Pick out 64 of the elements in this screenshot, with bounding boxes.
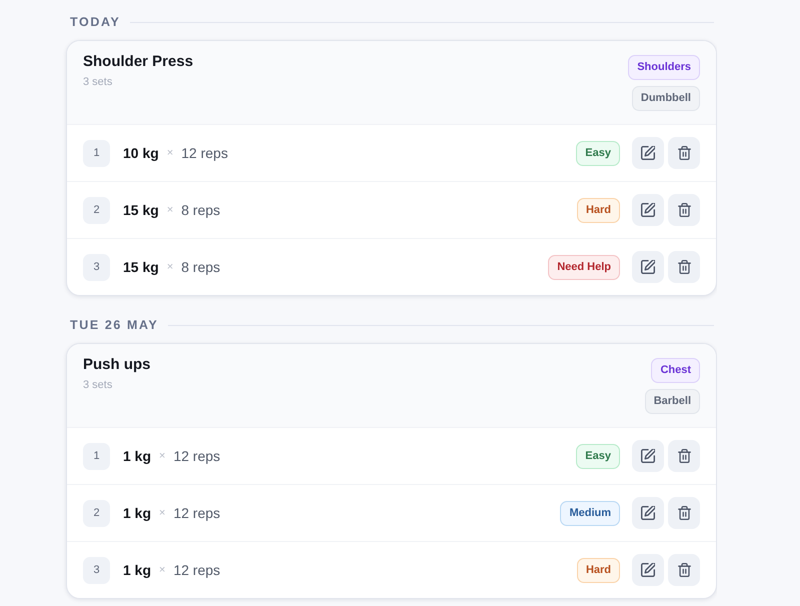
weight-text: 1 kg xyxy=(123,448,152,464)
edit-button[interactable] xyxy=(632,440,664,472)
difficulty-tag: Easy xyxy=(576,140,620,166)
weight-text: 15 kg xyxy=(123,202,159,218)
edit-button[interactable] xyxy=(632,554,664,586)
weight-text: 1 kg xyxy=(123,562,152,578)
reps-text: 12 reps xyxy=(173,448,220,464)
reps-text: 12 reps xyxy=(173,505,220,521)
set-number: 1 xyxy=(83,140,110,166)
times-sign: × xyxy=(159,450,166,462)
times-sign: × xyxy=(166,261,174,273)
difficulty-tag: Easy xyxy=(576,444,620,468)
delete-button[interactable] xyxy=(668,194,700,226)
pencil-square-icon xyxy=(641,449,655,463)
weight-text: 15 kg xyxy=(123,259,159,275)
difficulty-tag: Medium xyxy=(560,500,620,526)
difficulty-tag: Hard xyxy=(576,198,620,222)
trash-icon xyxy=(678,146,690,160)
weight-text: 1 kg xyxy=(123,505,152,521)
edit-button[interactable] xyxy=(632,137,664,169)
delete-button[interactable] xyxy=(668,251,700,283)
set-number: 3 xyxy=(83,254,110,280)
equipment-tag: Dumbbell xyxy=(632,86,700,111)
equipment-tag: Barbell xyxy=(644,389,700,414)
exercise-name: Shoulder Press xyxy=(83,53,194,71)
edit-button[interactable] xyxy=(632,251,664,283)
trash-icon xyxy=(678,563,690,577)
delete-button[interactable] xyxy=(668,137,700,169)
trash-icon xyxy=(678,260,690,274)
set-number: 3 xyxy=(83,556,110,584)
reps-text: 12 reps xyxy=(181,145,228,161)
trash-icon xyxy=(678,506,690,520)
pencil-square-icon xyxy=(641,203,655,217)
difficulty-tag: Need Help xyxy=(548,254,620,280)
trash-icon xyxy=(678,203,690,217)
pencil-square-icon xyxy=(641,146,655,160)
times-sign: × xyxy=(166,204,174,216)
set-number: 2 xyxy=(83,196,110,224)
date-heading: TODAY xyxy=(70,14,120,30)
pencil-square-icon xyxy=(641,506,655,520)
set-number: 1 xyxy=(83,442,110,470)
delete-button[interactable] xyxy=(668,497,700,529)
weight-text: 10 kg xyxy=(123,145,159,161)
trash-icon xyxy=(678,449,690,463)
set-count: 3 sets xyxy=(83,378,114,392)
muscle-tag: Chest xyxy=(651,358,700,383)
difficulty-tag: Hard xyxy=(576,558,620,582)
delete-button[interactable] xyxy=(668,440,700,472)
times-sign: × xyxy=(166,147,174,159)
reps-text: 8 reps xyxy=(181,259,220,275)
set-count: 3 sets xyxy=(83,75,114,89)
date-heading: TUE 26 MAY xyxy=(70,317,158,333)
times-sign: × xyxy=(159,507,166,519)
muscle-tag: Shoulders xyxy=(628,55,700,80)
edit-button[interactable] xyxy=(632,194,664,226)
pencil-square-icon xyxy=(641,260,655,274)
exercise-name: Push ups xyxy=(83,356,151,374)
reps-text: 8 reps xyxy=(181,202,220,218)
reps-text: 12 reps xyxy=(173,562,220,578)
times-sign: × xyxy=(159,564,166,576)
set-number: 2 xyxy=(83,500,110,526)
delete-button[interactable] xyxy=(668,554,700,586)
edit-button[interactable] xyxy=(632,497,664,529)
pencil-square-icon xyxy=(641,563,655,577)
